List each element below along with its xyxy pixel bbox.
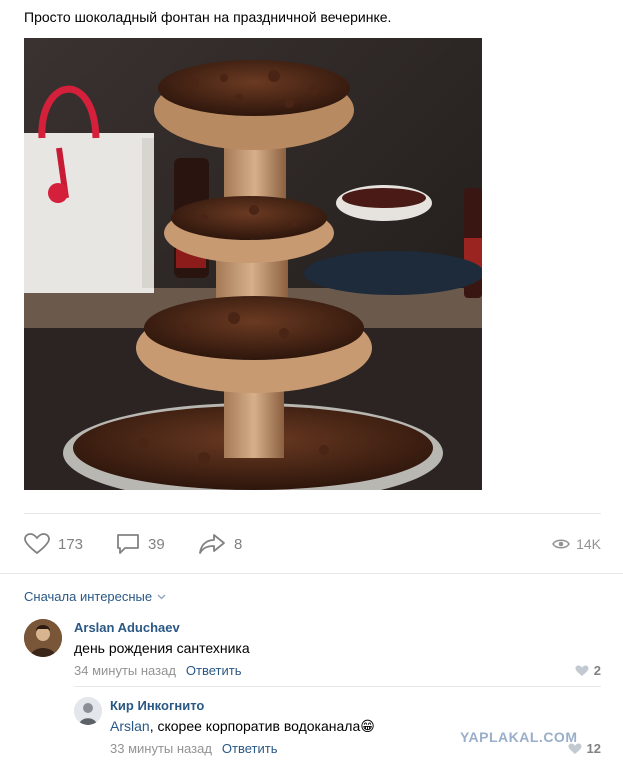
comment-divider	[74, 686, 601, 687]
share-count: 8	[234, 535, 243, 553]
share-icon	[199, 534, 225, 554]
view-count: 14K	[576, 536, 601, 552]
post-photo[interactable]	[24, 38, 482, 490]
comment-author[interactable]: Кир Инкогнито	[110, 698, 204, 713]
comments-sort-label: Сначала интересные	[24, 589, 153, 604]
post-actions-bar: 173 39 8 14K	[24, 532, 601, 556]
reply-button[interactable]: Ответить	[222, 741, 278, 756]
grin-emoji-icon: 😁	[360, 718, 375, 734]
mention-link[interactable]: Arslan	[110, 718, 150, 734]
like-button[interactable]: 173	[24, 532, 83, 556]
avatar[interactable]	[74, 697, 102, 725]
comments-divider	[0, 573, 623, 574]
post-text: Просто шоколадный фонтан на праздничной …	[24, 9, 392, 25]
chocolate-fountain-image	[24, 38, 482, 490]
comment-icon	[117, 534, 139, 554]
share-button[interactable]: 8	[198, 532, 242, 556]
watermark-logo: YAPLAKAL.COM	[460, 729, 578, 745]
comment-time[interactable]: 33 минуты назад	[110, 741, 212, 756]
comment-text: Arslan, скорее корпоратив водоканала😁	[110, 718, 375, 735]
comment-like-button[interactable]: 2	[575, 663, 601, 678]
comment-count: 39	[148, 535, 165, 553]
comment-author[interactable]: Arslan Aduchaev	[74, 620, 180, 635]
actions-divider-top	[24, 513, 601, 514]
heart-icon	[24, 533, 50, 555]
like-count: 173	[58, 535, 84, 553]
comment-meta: 33 минуты назад Ответить	[110, 741, 277, 756]
avatar[interactable]	[24, 619, 62, 657]
heart-icon	[575, 665, 589, 676]
comment-button[interactable]: 39	[116, 532, 165, 556]
comments-sort-dropdown[interactable]: Сначала интересные	[24, 589, 166, 604]
views-counter: 14K	[552, 532, 601, 556]
chevron-down-icon	[157, 594, 166, 599]
reply-button[interactable]: Ответить	[186, 663, 242, 678]
comment-like-count: 12	[586, 741, 601, 756]
eye-icon	[552, 539, 570, 549]
comment-text-body: , скорее корпоратив водоканала	[149, 718, 361, 734]
comment-time[interactable]: 34 минуты назад	[74, 663, 176, 678]
comment-like-count: 2	[593, 663, 601, 678]
comment-text: день рождения сантехника	[74, 640, 250, 656]
comment-meta: 34 минуты назад Ответить	[74, 663, 241, 678]
